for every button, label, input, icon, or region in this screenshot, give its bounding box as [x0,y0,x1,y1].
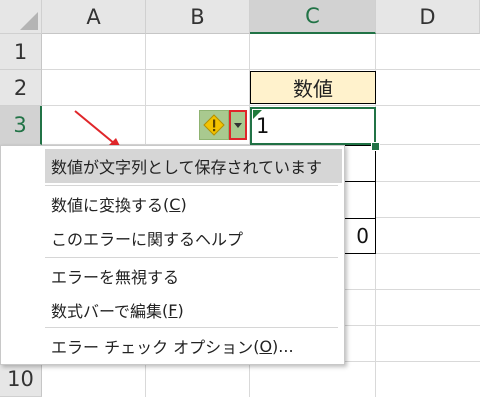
cell-c6-value: 0 [356,224,369,248]
row-header-10[interactable]: 10 [0,361,42,397]
menu-item-label: 数値に変換する [51,196,164,215]
menu-item-label: 数式バーで編集 [51,302,163,321]
menu-item-label: このエラーに関するヘルプ [51,230,244,249]
menu-item-convert-to-number[interactable]: 数値に変換する(C) [45,187,342,221]
cell-c2-header[interactable]: 数値 [250,71,376,104]
menu-icon-gutter [1,146,45,364]
column-header-d[interactable]: D [376,0,480,34]
menu-separator [45,327,338,328]
menu-item-shortcut: C [169,194,181,214]
menu-item-shortcut: F [168,300,178,320]
menu-item-help[interactable]: このエラーに関するヘルプ [45,221,342,255]
error-context-menu: 数値が文字列として保存されています 数値に変換する(C) このエラーに関するヘル… [0,145,345,365]
menu-item-edit-in-formula-bar[interactable]: 数式バーで編集(F) [45,293,342,327]
exclamation-diamond-icon [203,114,225,136]
select-all-corner[interactable] [0,0,42,34]
row-header-3[interactable]: 3 [0,106,42,145]
select-all-triangle-icon [20,12,38,30]
row-header-2[interactable]: 2 [0,70,42,106]
menu-item-ellipsis: ... [278,336,294,356]
menu-item-label: エラー チェック オプション [51,338,254,357]
cell-c3-active[interactable]: 1 [250,107,376,145]
gridline [42,105,480,106]
menu-item-ignore-error[interactable]: エラーを無視する [45,259,342,293]
column-header-b[interactable]: B [146,0,250,34]
error-triangle-icon [253,110,262,119]
menu-separator [45,185,338,186]
error-dropdown-button[interactable] [229,110,247,140]
menu-item-shortcut: O [259,336,273,356]
gridline [42,69,480,70]
menu-item-error-checking-options[interactable]: エラー チェック オプション(O)... [45,329,342,363]
menu-item-label: エラーを無視する [51,268,180,287]
column-header-a[interactable]: A [42,0,146,34]
menu-separator [45,257,338,258]
dropdown-arrow-icon [234,122,242,128]
row-header-1[interactable]: 1 [0,34,42,70]
fill-handle[interactable] [371,142,380,151]
menu-item-label: 数値が文字列として保存されています [51,158,323,177]
error-check-button[interactable] [199,110,229,140]
column-header-c[interactable]: C [250,0,376,34]
menu-item-error-description: 数値が文字列として保存されています [45,149,342,183]
